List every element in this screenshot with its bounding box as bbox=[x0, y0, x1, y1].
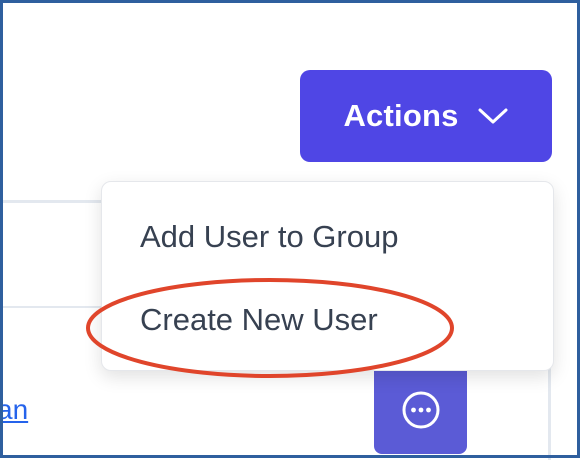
table-row-link[interactable]: an bbox=[3, 392, 53, 428]
actions-button-label: Actions bbox=[343, 98, 459, 133]
chevron-down-icon bbox=[478, 108, 508, 124]
actions-button[interactable]: Actions bbox=[300, 70, 552, 162]
more-horizontal-icon bbox=[402, 391, 439, 429]
actions-dropdown-menu: Add User to Group Create New User bbox=[101, 181, 554, 371]
menu-item-add-user-to-group[interactable]: Add User to Group bbox=[140, 219, 398, 255]
menu-item-create-new-user[interactable]: Create New User bbox=[140, 302, 378, 338]
more-options-button[interactable] bbox=[374, 366, 467, 454]
